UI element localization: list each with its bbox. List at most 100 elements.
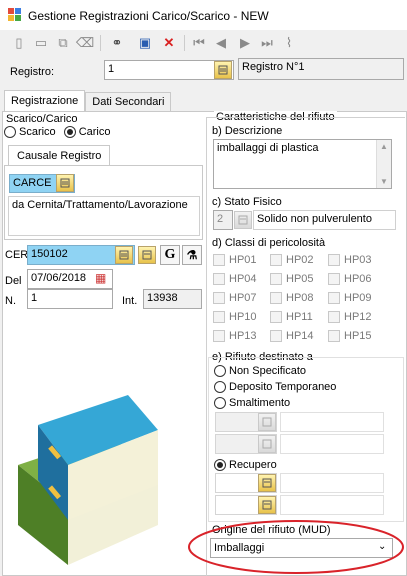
causale-lookup-button[interactable] <box>56 174 74 192</box>
descrizione-label: b) Descrizione <box>212 125 283 137</box>
recupero-radio[interactable]: Recupero <box>214 459 277 471</box>
hp-checkbox-label: HP02 <box>286 254 314 266</box>
hp-checkbox-label: HP11 <box>286 311 313 323</box>
window-title: Gestione Registrazioni Carico/Scarico - … <box>28 9 269 23</box>
registro-label: Registro: <box>10 66 55 78</box>
new-icon[interactable]: ▯ <box>10 34 28 52</box>
classi-label: d) Classi di pericolosità <box>212 237 326 249</box>
recupero-desc-2 <box>280 495 384 515</box>
hp-checkbox[interactable]: HP08 <box>270 292 314 304</box>
smaltimento-lookup-2[interactable] <box>258 435 276 453</box>
cer-label: CER <box>5 249 29 261</box>
smaltimento-radio[interactable]: Smaltimento <box>214 397 290 409</box>
list-icon <box>142 250 152 260</box>
lab-icon[interactable]: ⚗ <box>182 245 202 265</box>
lookup-icon <box>262 500 272 510</box>
lookup-icon <box>262 439 272 449</box>
stato-lookup-button[interactable] <box>234 211 252 229</box>
cer-list-button[interactable] <box>138 246 156 264</box>
google-button[interactable]: G <box>160 245 180 265</box>
first-icon[interactable]: ⏮ <box>190 34 208 52</box>
hp-checkbox-label: HP07 <box>229 292 257 304</box>
hp-checkbox[interactable]: HP07 <box>213 292 257 304</box>
books-logo-icon <box>18 395 158 565</box>
hp-checkbox[interactable]: HP13 <box>213 330 257 342</box>
stato-fisico-label: c) Stato Fisico <box>212 196 282 208</box>
hp-checkbox-label: HP14 <box>286 330 314 342</box>
tab-causale-registro[interactable]: Causale Registro <box>8 145 111 166</box>
lookup-icon <box>60 178 70 188</box>
smaltimento-desc-1 <box>280 412 384 432</box>
non-specificato-radio[interactable]: Non Specificato <box>214 365 306 377</box>
title-bar: Gestione Registrazioni Carico/Scarico - … <box>0 0 407 30</box>
hp-checkbox[interactable]: HP12 <box>328 311 372 323</box>
lookup-icon <box>238 215 248 225</box>
app-icon <box>8 8 21 21</box>
hp-checkbox-label: HP09 <box>344 292 372 304</box>
hp-checkbox[interactable]: HP09 <box>328 292 372 304</box>
hp-checkbox[interactable]: HP06 <box>328 273 372 285</box>
stato-fisico-code[interactable]: 2 <box>213 210 233 230</box>
hp-checkbox[interactable]: HP02 <box>270 254 314 266</box>
cer-lookup-button[interactable] <box>115 246 133 264</box>
save-icon[interactable]: ▣ <box>136 34 154 52</box>
scarico-carico-group-label: Scarico/Carico <box>6 113 78 125</box>
last-icon[interactable]: ⏭ <box>258 34 276 52</box>
recupero-lookup-1[interactable] <box>258 474 276 492</box>
int-value: 13938 <box>143 289 202 309</box>
hp-checkbox[interactable]: HP04 <box>213 273 257 285</box>
hp-checkbox-label: HP10 <box>229 311 257 323</box>
descrizione-input[interactable]: imballaggi di plastica <box>213 139 392 189</box>
prev-icon[interactable]: ◀ <box>212 34 230 52</box>
carico-radio[interactable]: Carico <box>63 126 110 138</box>
deposito-radio[interactable]: Deposito Temporaneo <box>214 381 336 393</box>
calendar-icon[interactable]: ▦ <box>95 271 106 285</box>
hp-checkbox-label: HP15 <box>344 330 372 342</box>
binoculars-icon[interactable]: ⚭ <box>108 34 126 52</box>
del-label: Del <box>5 275 22 287</box>
stato-fisico-value: Solido non pulverulento <box>253 210 396 230</box>
hp-checkbox-label: HP08 <box>286 292 314 304</box>
folder-icon[interactable]: ▭ <box>32 34 50 52</box>
hp-checkbox[interactable]: HP14 <box>270 330 314 342</box>
attach-icon[interactable]: ⌇ <box>280 34 298 52</box>
smaltimento-desc-2 <box>280 434 384 454</box>
causale-description: da Cernita/Trattamento/Lavorazione <box>8 196 200 236</box>
recupero-lookup-2[interactable] <box>258 496 276 514</box>
hp-checkbox-label: HP13 <box>229 330 257 342</box>
int-label: Int. <box>122 295 138 307</box>
copy-icon[interactable]: ⧉ <box>54 34 72 52</box>
lookup-icon <box>262 417 272 427</box>
recupero-desc-1 <box>280 473 384 493</box>
hp-checkbox-label: HP04 <box>229 273 257 285</box>
registro-display: Registro N°1 <box>238 58 404 80</box>
toolbar: ▯ ▭ ⧉ ⌫ ⚭ ▣ ✕ ⏮ ◀ ▶ ⏭ ⌇ <box>0 30 407 56</box>
hp-checkbox[interactable]: HP01 <box>213 254 257 266</box>
scarico-radio[interactable]: Scarico <box>4 126 56 138</box>
main-tabs: Registrazione Dati Secondari <box>4 90 172 111</box>
hp-checkbox-label: HP03 <box>344 254 372 266</box>
numero-input[interactable]: 1 <box>27 289 113 309</box>
descrizione-scrollbar[interactable]: ▲ ▼ <box>376 140 391 188</box>
numero-label: N. <box>5 295 16 307</box>
hp-checkbox[interactable]: HP03 <box>328 254 372 266</box>
hp-checkbox[interactable]: HP10 <box>213 311 257 323</box>
tab-registrazione[interactable]: Registrazione <box>4 90 86 111</box>
hp-checkbox-label: HP01 <box>229 254 257 266</box>
lookup-icon <box>218 65 228 75</box>
hp-checkbox-label: HP12 <box>344 311 372 323</box>
smaltimento-lookup-1[interactable] <box>258 413 276 431</box>
hp-checkbox[interactable]: HP11 <box>270 311 313 323</box>
delete-icon[interactable]: ✕ <box>160 34 178 52</box>
eraser-icon[interactable]: ⌫ <box>76 34 94 52</box>
hp-checkbox-label: HP06 <box>344 273 372 285</box>
registro-lookup-button[interactable] <box>214 61 232 79</box>
hp-checkbox-label: HP05 <box>286 273 314 285</box>
hp-checkbox[interactable]: HP15 <box>328 330 372 342</box>
highlight-ellipse <box>188 520 404 574</box>
next-icon[interactable]: ▶ <box>236 34 254 52</box>
tab-dati-secondari[interactable]: Dati Secondari <box>85 92 172 111</box>
lookup-icon <box>262 478 272 488</box>
hp-checkbox[interactable]: HP05 <box>270 273 314 285</box>
lookup-icon <box>119 250 129 260</box>
